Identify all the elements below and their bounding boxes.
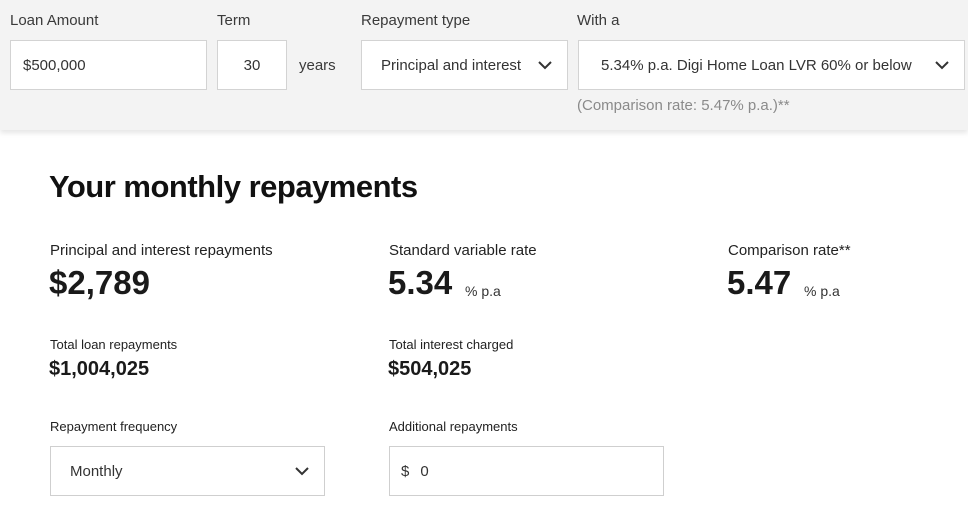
loan-amount-input[interactable]: $500,000	[10, 40, 207, 90]
term-unit-label: years	[299, 57, 336, 74]
svr-unit: % p.a	[465, 283, 501, 299]
total-repayments-label: Total loan repayments	[50, 337, 178, 352]
comparison-rate-note: (Comparison rate: 5.47% p.a.)**	[577, 97, 790, 114]
loan-amount-label: Loan Amount	[10, 12, 99, 29]
chevron-down-icon	[295, 467, 309, 476]
comparison-rate-unit: % p.a	[804, 283, 840, 299]
pi-repayments-label: Principal and interest repayments	[50, 242, 273, 259]
repayment-type-label: Repayment type	[361, 12, 471, 29]
total-interest-value: $504,025	[388, 358, 472, 380]
repayment-type-value: Principal and interest	[381, 56, 522, 74]
repayment-frequency-value: Monthly	[70, 462, 123, 480]
comparison-rate-label: Comparison rate**	[728, 242, 851, 259]
svr-value: 5.34	[388, 264, 453, 301]
total-interest-label: Total interest charged	[389, 337, 514, 352]
product-select[interactable]: 5.34% p.a. Digi Home Loan LVR 60% or bel…	[578, 40, 965, 90]
additional-repayments-label: Additional repayments	[389, 419, 518, 434]
comparison-rate-value: 5.47	[727, 264, 792, 301]
term-input[interactable]: 30	[217, 40, 287, 90]
term-label: Term	[217, 12, 251, 29]
total-repayments-value: $1,004,025	[49, 358, 150, 380]
with-a-label: With a	[577, 12, 620, 29]
chevron-down-icon	[935, 61, 949, 70]
additional-repayments-value: 0	[420, 462, 429, 480]
pi-repayments-value: $2,789	[49, 264, 150, 301]
currency-prefix: $	[401, 462, 410, 480]
svr-label: Standard variable rate	[389, 242, 537, 259]
repayment-frequency-select[interactable]: Monthly	[50, 446, 325, 496]
additional-repayments-input[interactable]: $ 0	[389, 446, 664, 496]
results-title: Your monthly repayments	[49, 169, 418, 204]
loan-amount-value: $500,000	[23, 56, 86, 74]
repayment-type-select[interactable]: Principal and interest	[361, 40, 568, 90]
calculator-input-panel: Loan Amount $500,000 Term 30 years Repay…	[0, 0, 968, 130]
chevron-down-icon	[538, 61, 552, 70]
product-value: 5.34% p.a. Digi Home Loan LVR 60% or bel…	[601, 56, 912, 74]
repayment-frequency-label: Repayment frequency	[50, 419, 178, 434]
term-value: 30	[243, 56, 261, 74]
